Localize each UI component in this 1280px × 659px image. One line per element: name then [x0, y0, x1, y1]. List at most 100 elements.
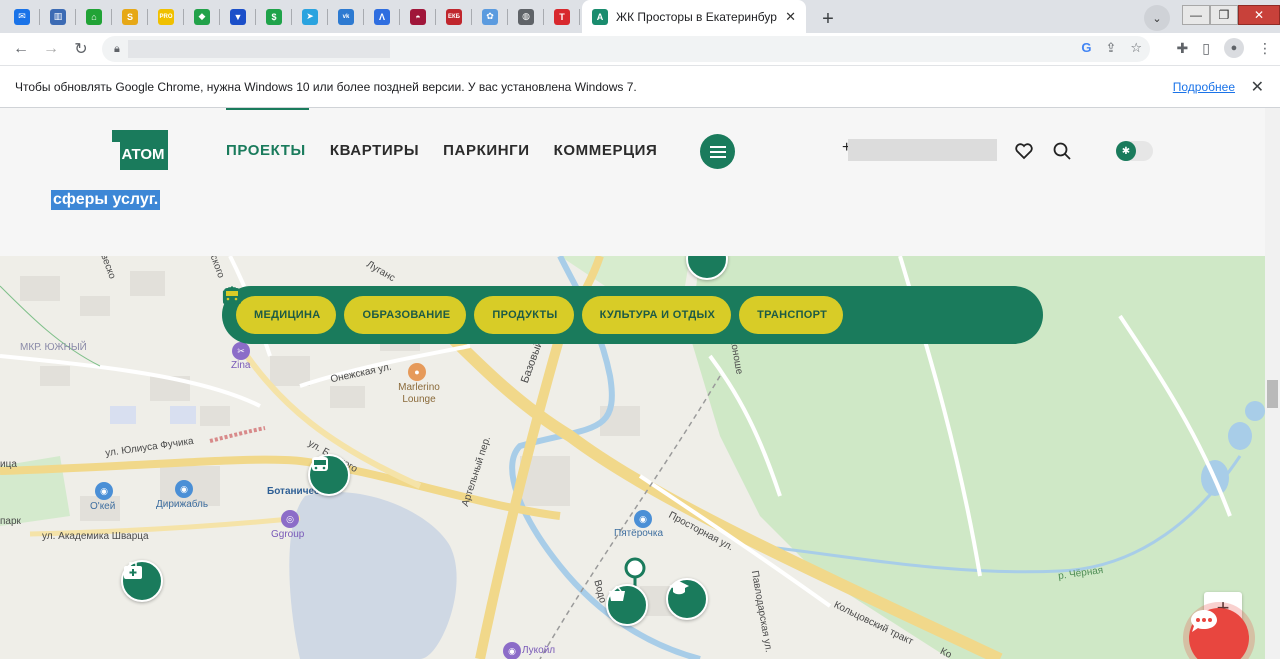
pinned-tab[interactable]: ✿: [472, 0, 508, 33]
restore-button[interactable]: ❐: [1210, 5, 1238, 25]
map-pin-medicine[interactable]: [121, 560, 163, 602]
dirizhabl-poi-icon[interactable]: ◉: [175, 480, 193, 498]
filter-products-label: ПРОДУКТЫ: [492, 309, 558, 321]
filter-medicine[interactable]: МЕДИЦИНА: [223, 287, 337, 334]
filter-culture[interactable]: КУЛЬТУРА И ОТДЫХ: [222, 290, 732, 334]
side-panel-icon[interactable]: ▯: [1202, 40, 1210, 57]
site-favicon-icon: А: [592, 8, 608, 25]
pinned-tab[interactable]: ⌂: [76, 0, 112, 33]
chat-widget-button[interactable]: [1189, 608, 1249, 659]
search-icon[interactable]: [1052, 141, 1072, 161]
pinned-tab[interactable]: S: [112, 0, 148, 33]
nav-apartments[interactable]: КВАРТИРЫ: [330, 142, 419, 159]
hamburger-menu-button[interactable]: [700, 134, 735, 169]
page-scrollbar[interactable]: [1265, 108, 1280, 659]
lukoil-poi-icon[interactable]: ◉: [503, 642, 521, 659]
map-pin-transport[interactable]: [308, 454, 350, 496]
filter-education[interactable]: ОБРАЗОВАНИЕ: [222, 289, 467, 334]
nav-parking[interactable]: ПАРКИНГИ: [443, 142, 529, 159]
forward-button[interactable]: →: [36, 35, 66, 63]
globe-icon: ◍: [518, 8, 534, 25]
filter-products[interactable]: ПРОДУКТЫ: [223, 286, 574, 334]
menu-kebab-icon[interactable]: ⋮: [1258, 40, 1272, 57]
reload-button[interactable]: ↻: [66, 35, 96, 63]
nav-projects[interactable]: ПРОЕКТЫ: [226, 142, 306, 159]
close-infobar-icon[interactable]: ✕: [1251, 77, 1264, 97]
share-icon[interactable]: ⇪: [1105, 40, 1116, 56]
map-label-lukoil: Лукойл: [522, 645, 556, 656]
pinned-tab[interactable]: T: [544, 0, 580, 33]
snowflake-icon: ✱: [1116, 141, 1136, 161]
pro-icon: PRO: [158, 8, 174, 25]
map-label-marlerino: Marlerino Lounge: [398, 382, 440, 405]
new-tab-button[interactable]: +: [814, 5, 842, 33]
arrow-logo-icon: Λ: [374, 8, 390, 25]
ggroup-poi-icon[interactable]: ◎: [281, 510, 299, 528]
pinned-tab[interactable]: ▥: [40, 0, 76, 33]
nav-commercial[interactable]: КОММЕРЦИЯ: [554, 142, 658, 159]
filter-transport[interactable]: ТРАНСПОРТ: [224, 288, 844, 334]
bank-icon: ▥: [50, 8, 66, 25]
back-button[interactable]: ←: [6, 35, 36, 63]
extensions-icon[interactable]: ✚: [1177, 40, 1189, 57]
pinned-tab[interactable]: ▼: [220, 0, 256, 33]
map-label-tsa: ица: [0, 459, 17, 470]
bookmark-star-icon[interactable]: ☆: [1130, 40, 1142, 56]
pinned-tab[interactable]: ◍: [508, 0, 544, 33]
category-filter-bar: МЕДИЦИНА ОБРАЗОВАНИЕ ПРОДУКТЫ КУЛЬТУРА И…: [222, 286, 1043, 344]
browser-toolbar: ← → ↻ 🔒︎ G ⇪ ☆ ✚ ▯ ● ⋮: [0, 33, 1280, 65]
pinned-tab[interactable]: PRO: [148, 0, 184, 33]
graduation-cap-icon: [669, 581, 689, 595]
active-nav-underline: [226, 108, 309, 110]
address-bar[interactable]: 🔒︎ G ⇪ ☆: [102, 36, 1150, 62]
pyaterochka-poi-icon[interactable]: ◉: [634, 510, 652, 528]
profile-avatar-icon[interactable]: ●: [1224, 38, 1244, 58]
map-label-pyaterochka: Пятёрочка: [614, 528, 664, 539]
selected-text: сферы услуг.: [51, 190, 161, 210]
marlerino-poi-icon[interactable]: ●: [408, 363, 426, 381]
phone-number-redacted[interactable]: [848, 139, 997, 161]
atom-logo[interactable]: АТОМ: [112, 130, 168, 170]
browser-tab-strip: ✉ ▥ ⌂ S PRO ◆ ▼ $ ➤ vk Λ ◓ ЕКБ ✿ ◍ T А ЖК Просторы в Ек…: [0, 0, 1280, 33]
map-label-zina: Zina: [231, 360, 251, 371]
accessibility-toggle[interactable]: ✱: [1116, 141, 1153, 161]
chat-bubble-icon: [1191, 610, 1217, 632]
t-icon: T: [554, 8, 570, 25]
map-label-yuzhny: МКР. ЮЖНЫЙ: [20, 342, 87, 353]
active-tab-title: ЖК Просторы в Екатеринбург -: [616, 9, 778, 24]
filter-medicine-label: МЕДИЦИНА: [254, 309, 321, 321]
map-label-park: парк: [0, 516, 21, 527]
lock-icon[interactable]: 🔒︎: [114, 43, 120, 56]
tab-search-button[interactable]: ⌄: [1144, 5, 1170, 31]
filter-transport-label: ТРАНСПОРТ: [757, 309, 828, 321]
pinned-tab[interactable]: ◓: [400, 0, 436, 33]
infrastructure-map[interactable]: МКР. ЮЖНЫЙ ✂ Zina Онежская ул. ● Marleri…: [0, 256, 1265, 659]
zina-poi-icon[interactable]: ✂: [232, 342, 250, 360]
close-window-button[interactable]: ✕: [1238, 5, 1280, 25]
close-tab-icon[interactable]: ✕: [785, 9, 796, 25]
favorites-heart-icon[interactable]: [1014, 141, 1034, 161]
map-label-ggroup: Ggroup: [271, 529, 305, 540]
okey-poi-icon[interactable]: ◉: [95, 482, 113, 500]
google-icon[interactable]: G: [1081, 40, 1091, 56]
pinned-tab[interactable]: ✉: [4, 0, 40, 33]
apps-icon: ✿: [482, 8, 498, 25]
minimize-button[interactable]: —: [1182, 5, 1210, 25]
scrollbar-thumb[interactable]: [1267, 380, 1278, 408]
map-pin-education[interactable]: [666, 578, 708, 620]
update-message: Чтобы обновлять Google Chrome, нужна Win…: [15, 79, 637, 94]
pinned-tab[interactable]: ➤: [292, 0, 328, 33]
vpn-icon: ▼: [230, 8, 246, 25]
omnibox-icons: G ⇪ ☆: [1081, 40, 1142, 56]
pinned-tab[interactable]: Λ: [364, 0, 400, 33]
news-icon: S: [122, 8, 138, 25]
basket-icon: [609, 586, 625, 601]
pinned-tab[interactable]: ◆: [184, 0, 220, 33]
pinned-tab[interactable]: ЕКБ: [436, 0, 472, 33]
active-tab[interactable]: А ЖК Просторы в Екатеринбург - ✕: [582, 0, 806, 33]
map-pin-products[interactable]: [606, 584, 648, 626]
pinned-tab[interactable]: vk: [328, 0, 364, 33]
window-controls: — ❐ ✕: [1182, 0, 1280, 30]
learn-more-link[interactable]: Подробнее: [1173, 80, 1235, 94]
pinned-tab[interactable]: $: [256, 0, 292, 33]
